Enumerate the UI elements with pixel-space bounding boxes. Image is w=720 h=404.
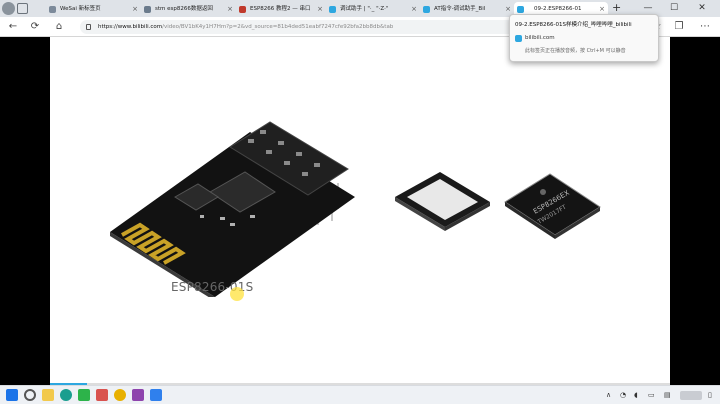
video-player[interactable]: ESP8266EX TW2017FT ESP8266-01S (0, 37, 720, 385)
bilibili-icon (515, 35, 522, 42)
app-icon[interactable] (96, 389, 108, 401)
tab-4[interactable]: 调试助手 | "·_ "·Z·" × (326, 2, 420, 17)
cursor-highlight (230, 287, 244, 301)
qfn-chip-bottom (395, 172, 490, 231)
clock-area[interactable] (680, 391, 702, 400)
notification-icon[interactable]: ▯ (708, 391, 712, 400)
tab-1[interactable]: WeSai 新标签页 × (46, 2, 141, 17)
tab-5[interactable]: AT指令-调试助手_Bil × (420, 2, 514, 17)
close-window-button[interactable]: ✕ (690, 0, 714, 16)
page-icon (49, 6, 56, 13)
close-tab-icon[interactable]: × (132, 2, 138, 17)
battery-icon[interactable]: ▭ (648, 391, 655, 400)
windows-start-icon[interactable] (6, 389, 18, 401)
page-icon (144, 6, 151, 13)
tab-label: 09-2.ESP8266-01 (534, 6, 582, 12)
lock-icon (86, 24, 91, 30)
edge-icon[interactable] (60, 389, 72, 401)
chevron-up-icon[interactable]: ∧ (606, 391, 611, 400)
tab-label: stm esp8266数据返回 (155, 6, 213, 12)
tab-2[interactable]: stm esp8266数据返回 × (141, 2, 236, 17)
network-icon[interactable]: ◔ (620, 391, 626, 400)
collections-icon[interactable]: ❐ (672, 20, 686, 34)
refresh-icon[interactable]: ⟳ (28, 20, 42, 34)
close-tab-icon[interactable]: × (411, 2, 417, 17)
url-path: /video/BV1bK4y1H7Hm?p=2&vd_source=81b4de… (162, 24, 394, 30)
tab-label: WeSai 新标签页 (60, 6, 101, 12)
qfn-chip-top: ESP8266EX TW2017FT (504, 173, 601, 239)
volume-icon[interactable]: ◖ (634, 391, 638, 400)
maximize-button[interactable]: ☐ (662, 0, 686, 16)
file-explorer-icon[interactable] (42, 389, 54, 401)
tab-label: AT指令-调试助手_Bil (434, 6, 486, 12)
address-bar[interactable]: https://www.bilibili.com/video/BV1bK4y1H… (80, 20, 520, 34)
close-tab-icon[interactable]: × (227, 2, 233, 17)
back-icon[interactable]: ← (6, 20, 20, 34)
windows-taskbar: ∧ ◔ ◖ ▭ ▤ ▯ (0, 385, 720, 404)
menu-icon[interactable]: ⋯ (698, 20, 712, 34)
new-tab-button[interactable]: + (612, 1, 621, 15)
app-icon[interactable] (132, 389, 144, 401)
bilibili-icon (329, 6, 336, 13)
home-icon[interactable]: ⌂ (52, 20, 66, 34)
close-tab-icon[interactable]: × (317, 2, 323, 17)
video-frame: ESP8266EX TW2017FT ESP8266-01S (50, 37, 670, 385)
url-host: https://www.bilibili.com (98, 24, 163, 30)
hover-card-audio-note: 此标签页正在播放音频，按 Ctrl+M 可以静音 (525, 48, 626, 54)
hover-card-domain: bilibili.com (525, 35, 555, 41)
profile-avatar-icon[interactable] (2, 2, 15, 15)
esp8266ex-chips-image: ESP8266EX TW2017FT (395, 172, 601, 239)
search-icon[interactable] (24, 389, 36, 401)
esp8266-module-image (110, 121, 355, 297)
tab-label: 调试助手 | "·_ "·Z·" (340, 6, 389, 12)
ime-icon[interactable]: ▤ (664, 391, 671, 400)
wechat-icon[interactable] (78, 389, 90, 401)
chrome-icon[interactable] (114, 389, 126, 401)
hover-card-title: 09-2.ESP8266-01S样模介绍_哔哩哔哩_bilibili (515, 22, 632, 28)
tab-hover-card: 09-2.ESP8266-01S样模介绍_哔哩哔哩_bilibili bilib… (509, 14, 659, 62)
bilibili-icon (423, 6, 430, 13)
tab-actions-icon[interactable] (17, 3, 28, 14)
page-icon (239, 6, 246, 13)
bilibili-icon (517, 6, 524, 13)
vscode-icon[interactable] (150, 389, 162, 401)
tab-label: ESP8266 教程2 — 串口 (250, 6, 311, 12)
tab-3[interactable]: ESP8266 教程2 — 串口 × (236, 2, 326, 17)
